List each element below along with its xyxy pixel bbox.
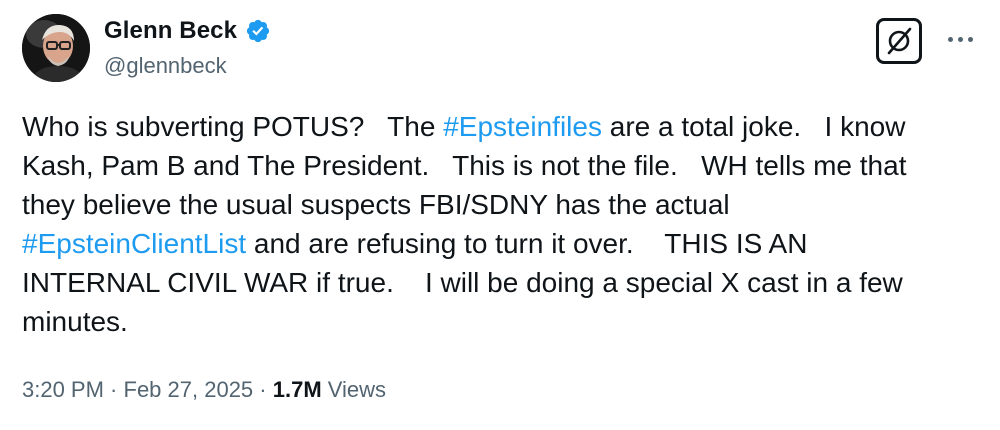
- tweet-text-segment: Kash, Pam B and The President. This is n…: [22, 150, 907, 181]
- tweet-text-segment: are a total joke. I know: [601, 111, 906, 142]
- tweet-date[interactable]: Feb 27, 2025: [124, 377, 254, 402]
- avatar-image: [22, 14, 90, 82]
- meta-separator: ·: [103, 377, 124, 402]
- tweet-text-line: Who is subverting POTUS? The #Epsteinfil…: [22, 107, 972, 146]
- tweet-text-segment: and are refusing to turn it over. THIS I…: [246, 228, 808, 259]
- tweet-text-segment: Who is subverting POTUS? The: [22, 111, 444, 142]
- meta-separator: ·: [253, 377, 273, 402]
- tweet-text-line: Kash, Pam B and The President. This is n…: [22, 146, 972, 185]
- tweet-meta: 3:20 PM · Feb 27, 2025 · 1.7M Views: [22, 375, 386, 405]
- tweet-text-line: INTERNAL CIVIL WAR if true. I will be do…: [22, 263, 972, 302]
- tweet-text-segment: minutes.: [22, 306, 128, 337]
- avatar[interactable]: [22, 14, 90, 82]
- tweet-text-line: they believe the usual suspects FBI/SDNY…: [22, 185, 972, 224]
- tweet-text: Who is subverting POTUS? The #Epsteinfil…: [22, 107, 972, 341]
- tweet-card: Glenn Beck @glennbeck Who is subverting …: [0, 0, 1000, 430]
- more-options-button[interactable]: [940, 24, 980, 54]
- tweet-time[interactable]: 3:20 PM: [22, 377, 104, 402]
- hashtag-link[interactable]: #EpsteinClientList: [22, 228, 246, 259]
- more-dots-icon: [947, 36, 953, 42]
- hashtag-link[interactable]: #Epsteinfiles: [443, 111, 602, 142]
- verified-badge-icon[interactable]: [245, 18, 271, 44]
- author-name-row: Glenn Beck: [104, 16, 271, 46]
- author-handle[interactable]: @glennbeck: [104, 52, 227, 80]
- tweet-text-segment: they believe the usual suspects FBI/SDNY…: [22, 189, 730, 220]
- author-display-name[interactable]: Glenn Beck: [104, 16, 237, 46]
- grok-button[interactable]: [876, 18, 922, 64]
- views-count[interactable]: 1.7M: [273, 377, 322, 402]
- tweet-text-line: #EpsteinClientList and are refusing to t…: [22, 224, 972, 263]
- tweet-text-segment: INTERNAL CIVIL WAR if true. I will be do…: [22, 267, 903, 298]
- slashed-circle-icon: [887, 27, 912, 55]
- tweet-text-line: minutes.: [22, 302, 972, 341]
- views-label[interactable]: Views: [322, 377, 386, 402]
